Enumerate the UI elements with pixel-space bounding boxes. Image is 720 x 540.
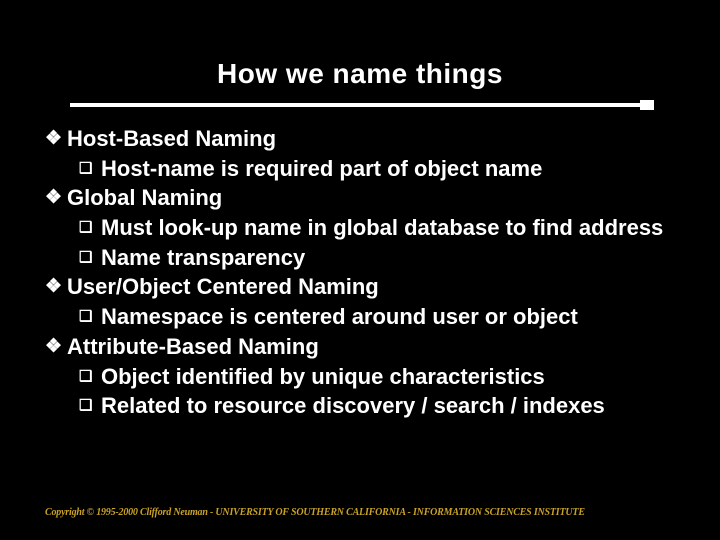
list-item-text: User/Object Centered Naming <box>67 272 690 302</box>
diamond-bullet-icon: ❖ <box>45 332 67 361</box>
list-item: ❑ Name transparency <box>45 243 690 273</box>
list-item-text: Object identified by unique characterist… <box>101 362 690 392</box>
list-item: ❑ Host-name is required part of object n… <box>45 154 690 184</box>
square-bullet-icon: ❑ <box>79 362 101 391</box>
title-wrap: How we name things <box>0 0 720 90</box>
rule-endcap-icon <box>640 100 654 110</box>
list-item: ❑ Related to resource discovery / search… <box>45 391 690 421</box>
list-item-text: Host-Based Naming <box>67 124 690 154</box>
list-item-text: Attribute-Based Naming <box>67 332 690 362</box>
list-item: ❑ Object identified by unique characteri… <box>45 362 690 392</box>
list-item: ❖ Host-Based Naming <box>45 124 690 154</box>
slide: How we name things ❖ Host-Based Naming ❑… <box>0 0 720 540</box>
list-item-text: Namespace is centered around user or obj… <box>101 302 690 332</box>
body: ❖ Host-Based Naming ❑ Host-name is requi… <box>0 110 720 421</box>
list-item-text: Global Naming <box>67 183 690 213</box>
list-item-text: Host-name is required part of object nam… <box>101 154 690 184</box>
title-rule <box>70 100 650 110</box>
square-bullet-icon: ❑ <box>79 391 101 420</box>
copyright-footer: Copyright © 1995-2000 Clifford Neuman - … <box>45 507 585 518</box>
square-bullet-icon: ❑ <box>79 243 101 272</box>
diamond-bullet-icon: ❖ <box>45 124 67 153</box>
diamond-bullet-icon: ❖ <box>45 272 67 301</box>
list-item-text: Must look-up name in global database to … <box>101 213 690 243</box>
list-item: ❑ Namespace is centered around user or o… <box>45 302 690 332</box>
list-item: ❑ Must look-up name in global database t… <box>45 213 690 243</box>
list-item-text: Name transparency <box>101 243 690 273</box>
diamond-bullet-icon: ❖ <box>45 183 67 212</box>
list-item-text: Related to resource discovery / search /… <box>101 391 690 421</box>
list-item: ❖ User/Object Centered Naming <box>45 272 690 302</box>
list-item: ❖ Attribute-Based Naming <box>45 332 690 362</box>
list-item: ❖ Global Naming <box>45 183 690 213</box>
square-bullet-icon: ❑ <box>79 302 101 331</box>
page-title: How we name things <box>217 58 503 90</box>
square-bullet-icon: ❑ <box>79 154 101 183</box>
rule-line <box>70 103 650 107</box>
square-bullet-icon: ❑ <box>79 213 101 242</box>
